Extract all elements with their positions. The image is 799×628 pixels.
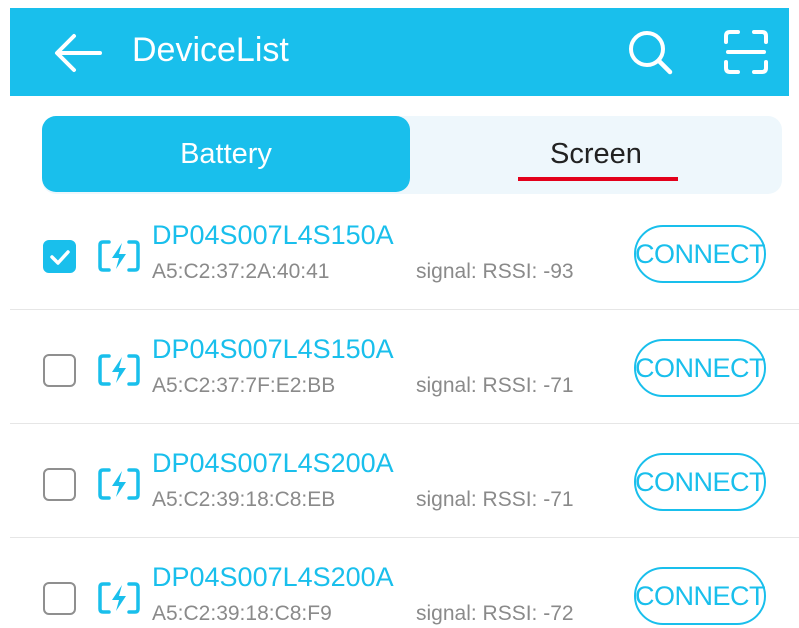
battery-charging-icon [98, 240, 140, 272]
connect-button[interactable]: CONNECT [634, 453, 766, 511]
connect-button[interactable]: CONNECT [634, 567, 766, 625]
list-item[interactable]: DP04S007L4S200A A5:C2:39:18:C8:EB signal… [0, 424, 799, 538]
connect-button[interactable]: CONNECT [634, 225, 766, 283]
device-signal: signal: RSSI: -71 [416, 488, 574, 511]
arrow-left-icon[interactable] [50, 30, 106, 76]
page-title: DeviceList [132, 31, 289, 69]
device-signal: signal: RSSI: -93 [416, 260, 574, 283]
device-checkbox[interactable] [43, 354, 76, 387]
device-name: DP04S007L4S200A [152, 448, 394, 478]
list-item[interactable]: DP04S007L4S200A A5:C2:39:18:C8:F9 signal… [0, 538, 799, 628]
list-item[interactable]: DP04S007L4S150A A5:C2:37:7F:E2:BB signal… [0, 310, 799, 424]
device-mac-address: A5:C2:39:18:C8:F9 [152, 602, 332, 625]
list-item[interactable]: DP04S007L4S150A A5:C2:37:2A:40:41 signal… [0, 196, 799, 310]
device-mac-address: A5:C2:39:18:C8:EB [152, 488, 336, 511]
device-name: DP04S007L4S150A [152, 334, 394, 364]
app-header: DeviceList [10, 8, 789, 96]
device-name: DP04S007L4S150A [152, 220, 394, 250]
search-icon[interactable] [624, 26, 676, 78]
connect-button[interactable]: CONNECT [634, 339, 766, 397]
tab-bar: Battery Screen [42, 116, 782, 194]
scan-icon[interactable] [718, 24, 774, 80]
device-mac-address: A5:C2:37:2A:40:41 [152, 260, 330, 283]
device-checkbox[interactable] [43, 468, 76, 501]
battery-charging-icon [98, 354, 140, 386]
tab-indicator [518, 177, 678, 181]
device-list-screen: DeviceList Battery Screen DP04S007L4S150… [0, 0, 799, 628]
checkmark-icon [49, 249, 70, 265]
device-checkbox[interactable] [43, 582, 76, 615]
battery-charging-icon [98, 468, 140, 500]
device-mac-address: A5:C2:37:7F:E2:BB [152, 374, 336, 397]
device-signal: signal: RSSI: -71 [416, 374, 574, 397]
device-checkbox[interactable] [43, 240, 76, 273]
device-name: DP04S007L4S200A [152, 562, 394, 592]
tab-battery[interactable]: Battery [42, 116, 410, 192]
battery-charging-icon [98, 582, 140, 614]
device-signal: signal: RSSI: -72 [416, 602, 574, 625]
